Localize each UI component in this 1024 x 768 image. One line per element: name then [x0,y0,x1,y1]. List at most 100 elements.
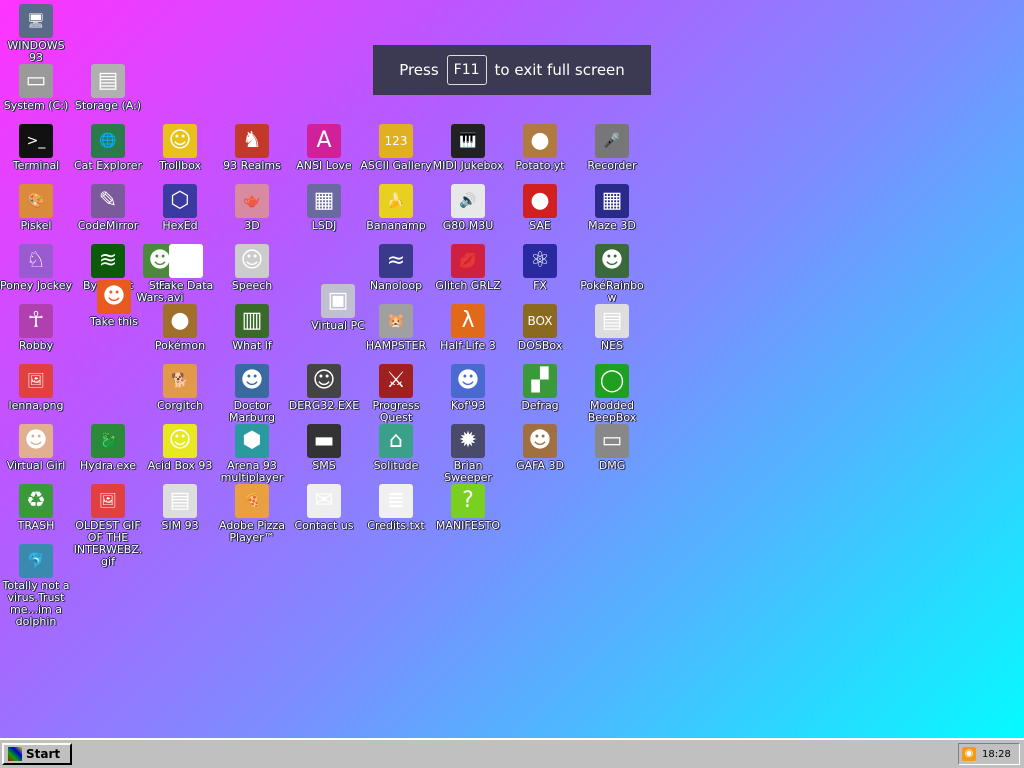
desktop-icon-hydra[interactable]: 🐉 Hydra.exe [72,424,144,472]
desktop-icon-hexed[interactable]: ⬡ HexEd [144,184,216,232]
old-man-icon: ☻ [97,280,131,314]
desktop-icon-pokerainbow[interactable]: ☻ PokéRainbow [576,244,648,304]
image-file-icon: 🖼 [19,364,53,398]
desktop-icon-label: Doctor Marburg [228,399,276,424]
desktop-icon-what-if[interactable]: ▥ What If [216,304,288,352]
window-icon: ▣ [321,284,355,318]
desktop-icon-piskel[interactable]: 🎨 Piskel [0,184,72,232]
desktop-icon-glitch-grlz[interactable]: 💋 Glitch GRLZ [432,244,504,292]
desktop-icon-label: HexEd [162,219,198,232]
desktop-icon-sim93[interactable]: ▤ SIM 93 [144,484,216,532]
desktop-icon-credits[interactable]: ≣ Credits.txt [360,484,432,532]
desktop-icon-gafa-3d[interactable]: ☻ GAFA 3D [504,424,576,472]
desktop-icon-sms[interactable]: ▬ SMS [288,424,360,472]
desktop-icon-trash[interactable]: ♻ TRASH [0,484,72,532]
desktop-icon-midi-jukebox[interactable]: 🎹 MIDI Jukebox [432,124,504,172]
gameboy-icon: ▦ [307,184,341,218]
desktop-icon-dmg[interactable]: ▭ DMG [576,424,648,472]
desktop-icon-pokemon[interactable]: ● Pokémon [144,304,216,352]
desktop-icon-bananamp[interactable]: 🍌 Bananamp [360,184,432,232]
desktop-icon-label: ANSI Love [296,159,352,172]
desktop-icon-terminal[interactable]: >_ Terminal [0,124,72,172]
desktop-icon-doctor-marburg[interactable]: ☻ Doctor Marburg [216,364,288,424]
monitor-face-icon: ☺ [307,364,341,398]
banana-icon: 🍌 [379,184,413,218]
desktop-icon-label: What If [232,339,272,352]
start-button[interactable]: Start [2,743,72,765]
desktop-icon-codemirror[interactable]: ✎ CodeMirror [72,184,144,232]
characters-icon: ☻ [595,244,629,278]
desktop-icon-adobe-pizza[interactable]: 🍕 Adobe Pizza Player™ [216,484,288,544]
desktop-icon-cat-explorer[interactable]: 🌐 Cat Explorer [72,124,144,172]
desktop-icon-3d[interactable]: 🫖 3D [216,184,288,232]
desktop-icon-fake-data[interactable]: Pd Fake Data [150,244,222,292]
start-label: Start [26,747,61,761]
desktop-icon-dosbox[interactable]: BOX DOSBox [504,304,576,352]
desktop-icon-maze-3d[interactable]: ▦ Maze 3D [576,184,648,232]
desktop-icon-kof93[interactable]: ☻ Kof'93 [432,364,504,412]
desktop-icon-ascii-gallery[interactable]: 123 ASCII Gallery [360,124,432,172]
desktop-icon-label: SMS [312,459,336,472]
desktop-icon-sae[interactable]: ● SAE [504,184,576,232]
desktop-icon-hampster[interactable]: 🐹 HAMPSTER [360,304,432,352]
desktop-icon-solitude[interactable]: ⌂ Solitude [360,424,432,472]
question-mark-icon: ? [451,484,485,518]
floppy-drive-icon: ▤ [91,64,125,98]
face-icon: ☺ [235,244,269,278]
desktop-icon-contact-us[interactable]: ✉ Contact us [288,484,360,532]
desktop-icon-progress-quest[interactable]: ⚔ Progress Quest [360,364,432,424]
desktop-icon-nes[interactable]: ▤ NES [576,304,648,352]
desktop-icon-label: Speech [231,279,273,292]
dragon-icon: 🐉 [91,424,125,458]
desktop-icon-label: Brian Sweeper [444,459,492,484]
desktop-icon-poney-jockey[interactable]: ♘ Poney Jockey [0,244,72,292]
defrag-icon: ▞ [523,364,557,398]
desktop-icon-arena-93[interactable]: ⬢ Arena 93 multiplayer [216,424,288,484]
desktop-icon-label: G80.M3U [442,219,494,232]
desktop-icon-half-life-3[interactable]: λ Half-Life 3 [432,304,504,352]
desktop-icon-lsdj[interactable]: ▦ LSDJ [288,184,360,232]
desktop-icon-fx[interactable]: ⚛ FX [504,244,576,292]
desktop-icon-windows93[interactable]: 🖥 WINDOWS 93 [0,4,72,64]
desktop-icon-system-c[interactable]: ▭ System (C:) [0,64,72,112]
desktop: 🖥 WINDOWS 93 ▭ System (C:) ▤ Storage (A:) >_ Te… [0,0,1024,738]
desktop-icon-label: Storage (A:) [74,99,142,112]
desktop-icon-defrag[interactable]: ▞ Defrag [504,364,576,412]
desktop-icon-recorder[interactable]: 🎤 Recorder [576,124,648,172]
desktop-icon-derg32[interactable]: ☺ DERG32.EXE [288,364,360,412]
desktop-icon-lenna[interactable]: 🖼 lenna.png [0,364,72,412]
desktop-icon-label: Poney Jockey [0,279,72,292]
desktop-icon-label: Defrag [521,399,559,412]
desktop-icon-label: GAFA 3D [516,459,564,472]
desktop-icon-label: MANIFESTO [435,519,501,532]
desktop-icon-virtual-girl[interactable]: ☻ Virtual Girl [0,424,72,472]
desktop-icon-dolphin[interactable]: 🐬 Totally not a virus.Trust me...im a dol… [0,544,72,628]
desktop-icon-label: Half-Life 3 [440,339,496,352]
lambda-icon: λ [451,304,485,338]
jar-icon: ⌂ [379,424,413,458]
desktop-icon-93-realms[interactable]: ♞ 93 Realms [216,124,288,172]
desktop-icon-label: SAE [529,219,551,232]
desktop-icon-label: Fake Data [158,279,214,292]
desktop-icon-brian-sweeper[interactable]: ✹ Brian Sweeper [432,424,504,484]
rss-icon[interactable]: ◉ [962,747,976,761]
desktop-icon-ansi-love[interactable]: A ANSI Love [288,124,360,172]
desktop-icon-label: Cat Explorer [73,159,143,172]
desktop-icon-g80-m3u[interactable]: 🔊 G80.M3U [432,184,504,232]
desktop-icon-potato-yt[interactable]: ● Potato.yt [504,124,576,172]
desktop-icon-oldest-gif[interactable]: 🖼 OLDEST GIF OF THE INTERWEBZ.gif [72,484,144,568]
desktop-icon-label: Solitude [373,459,419,472]
desktop-icon-label: NES [600,339,624,352]
desktop-icon-take-this[interactable]: ☻ Take this [78,280,150,328]
desktop-icon-speech[interactable]: ☺ Speech [216,244,288,292]
desktop-icon-robby[interactable]: ☥ Robby [0,304,72,352]
desktop-icon-trollbox[interactable]: ☺ Trollbox [144,124,216,172]
desktop-icon-acid-box[interactable]: ☺ Acid Box 93 [144,424,216,472]
desktop-icon-label: Corgitch [156,399,204,412]
acid-smiley-icon: ☺ [163,424,197,458]
desktop-icon-modded-beepbox[interactable]: ◯ Modded BeepBox [576,364,648,424]
desktop-icon-label: Take this [90,315,138,328]
desktop-icon-corgitch[interactable]: 🐕 Corgitch [144,364,216,412]
desktop-icon-manifesto[interactable]: ? MANIFESTO [432,484,504,532]
desktop-icon-storage-a[interactable]: ▤ Storage (A:) [72,64,144,112]
